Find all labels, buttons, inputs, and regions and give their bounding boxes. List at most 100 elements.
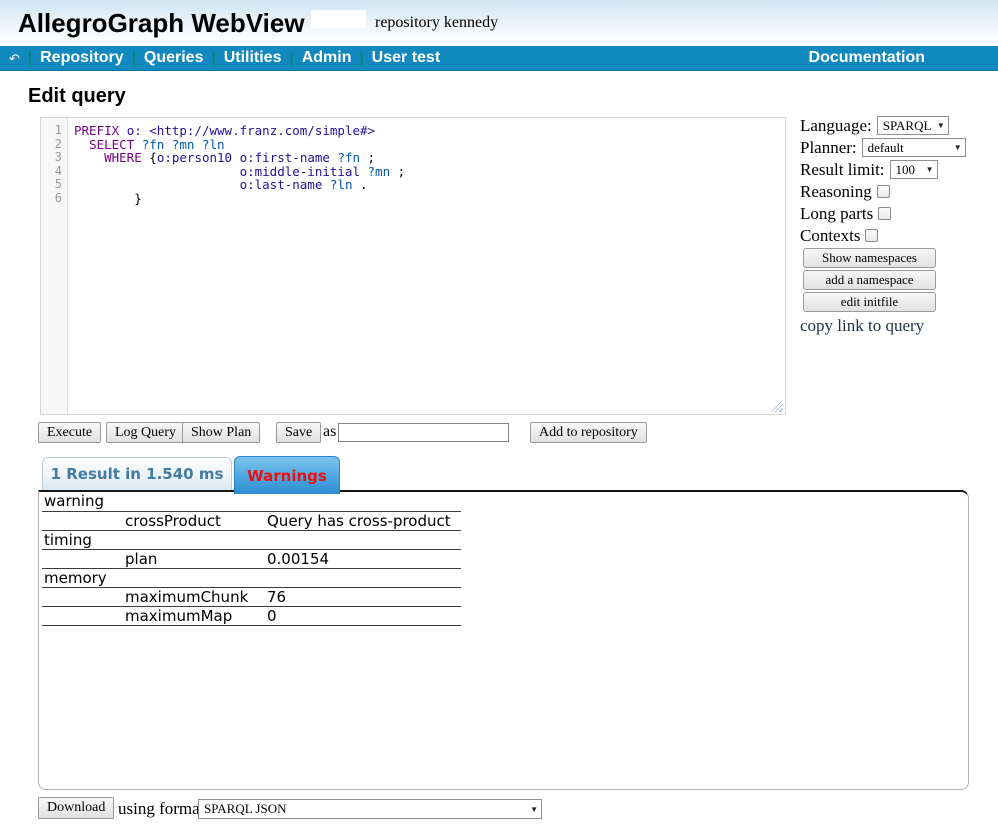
using-format-label: using format xyxy=(118,799,204,819)
add-to-repository-button[interactable]: Add to repository xyxy=(530,422,647,443)
row-indent xyxy=(42,606,123,625)
section-label: memory xyxy=(42,568,461,587)
planner-select[interactable]: default ▼ xyxy=(862,138,966,157)
nav-separator: | xyxy=(289,50,293,67)
reasoning-row: Reasoning xyxy=(800,181,976,202)
nav-item-user-test[interactable]: User test xyxy=(372,49,440,67)
contexts-label: Contexts xyxy=(800,226,860,246)
row-key: plan xyxy=(123,549,265,568)
table-row: crossProductQuery has cross-product xyxy=(42,511,461,530)
row-value: 0.00154 xyxy=(265,549,461,568)
contexts-checkbox[interactable] xyxy=(865,229,878,242)
chevron-down-icon: ▼ xyxy=(937,121,945,130)
editor-gutter: 123456 xyxy=(41,118,68,414)
save-name-input[interactable] xyxy=(338,423,509,442)
language-row: Language: SPARQL ▼ xyxy=(800,115,976,136)
row-value: 0 xyxy=(265,606,461,625)
planner-select-value: default xyxy=(868,140,904,156)
format-select[interactable]: SPARQL JSON ▼ xyxy=(198,799,542,819)
nav-item-admin[interactable]: Admin xyxy=(302,49,352,67)
line-number: 4 xyxy=(41,165,67,179)
chevron-down-icon: ▼ xyxy=(926,165,934,174)
section-label: warning xyxy=(42,492,461,511)
actions-row: Execute Log Query Show Plan Save as Add … xyxy=(38,422,968,444)
show-plan-button[interactable]: Show Plan xyxy=(182,422,260,443)
back-icon[interactable]: ↶ xyxy=(9,52,20,65)
row-key: maximumMap xyxy=(123,606,265,625)
row-value: Query has cross-product xyxy=(265,511,461,530)
line-number: 1 xyxy=(41,124,67,138)
nav-item-documentation[interactable]: Documentation xyxy=(809,49,925,67)
edit-initfile-button[interactable]: edit initfile xyxy=(803,292,936,312)
warnings-table: warningcrossProductQuery has cross-produ… xyxy=(42,492,461,626)
chevron-down-icon: ▼ xyxy=(530,805,538,814)
table-section-row: memory xyxy=(42,568,461,587)
row-value: 76 xyxy=(265,587,461,606)
execute-button[interactable]: Execute xyxy=(38,422,101,443)
show-namespaces-button[interactable]: Show namespaces xyxy=(803,248,936,268)
result-limit-select[interactable]: 100 ▼ xyxy=(890,160,938,179)
copy-link-to-query[interactable]: copy link to query xyxy=(800,316,976,336)
language-select[interactable]: SPARQL ▼ xyxy=(877,116,949,135)
page-title: Edit query xyxy=(28,85,126,108)
result-tabs: 1 Result in 1.540 msWarnings xyxy=(42,456,340,494)
code-line: PREFIX o: <http://www.franz.com/simple#> xyxy=(74,124,405,138)
table-section-row: timing xyxy=(42,530,461,549)
code-line: o:middle-initial ?mn ; xyxy=(74,165,405,179)
result-limit-row: Result limit: 100 ▼ xyxy=(800,159,976,180)
row-indent xyxy=(42,511,123,530)
planner-label: Planner: xyxy=(800,138,857,158)
code-line: SELECT ?fn ?mn ?ln xyxy=(74,138,405,152)
reasoning-checkbox[interactable] xyxy=(877,185,890,198)
log-query-button[interactable]: Log Query xyxy=(106,422,185,443)
line-number: 5 xyxy=(41,178,67,192)
nav-item-utilities[interactable]: Utilities xyxy=(224,49,282,67)
download-button[interactable]: Download xyxy=(38,797,114,819)
table-row: maximumChunk76 xyxy=(42,587,461,606)
code-line: WHERE {o:person10 o:first-name ?fn ; xyxy=(74,151,405,165)
download-row: Download using format SPARQL JSON ▼ xyxy=(38,797,968,821)
long-parts-row: Long parts xyxy=(800,203,976,224)
warnings-table-body: warningcrossProductQuery has cross-produ… xyxy=(42,492,461,625)
page: AllegroGraph WebView repository kennedy … xyxy=(0,0,998,838)
query-editor[interactable]: 123456 PREFIX o: <http://www.franz.com/s… xyxy=(40,117,786,415)
navbar: ↶ |Repository|Queries|Utilities|Admin|Us… xyxy=(0,46,998,71)
header-white-box xyxy=(311,10,366,28)
table-row: maximumMap0 xyxy=(42,606,461,625)
editor-code[interactable]: PREFIX o: <http://www.franz.com/simple#>… xyxy=(74,124,405,205)
chevron-down-icon: ▼ xyxy=(954,143,962,152)
line-number: 6 xyxy=(41,192,67,206)
code-line: } xyxy=(74,192,405,206)
query-options-panel: Language: SPARQL ▼ Planner: default ▼ Re… xyxy=(800,115,976,336)
long-parts-checkbox[interactable] xyxy=(878,207,891,220)
result-limit-select-value: 100 xyxy=(896,162,916,178)
section-label: timing xyxy=(42,530,461,549)
nav-separator: | xyxy=(359,50,363,67)
table-section-row: warning xyxy=(42,492,461,511)
tab-warnings[interactable]: Warnings xyxy=(234,456,340,494)
save-as-label: as xyxy=(323,423,336,441)
row-indent xyxy=(42,549,123,568)
reasoning-label: Reasoning xyxy=(800,182,872,202)
resize-grip-icon[interactable] xyxy=(771,400,783,412)
nav-item-repository[interactable]: Repository xyxy=(40,49,124,67)
nav-separator: | xyxy=(28,50,32,67)
contexts-row: Contexts xyxy=(800,225,976,246)
repository-label: repository kennedy xyxy=(375,14,498,32)
long-parts-label: Long parts xyxy=(800,204,873,224)
nav-item-queries[interactable]: Queries xyxy=(144,49,204,67)
language-select-value: SPARQL xyxy=(883,118,932,134)
code-line: o:last-name ?ln . xyxy=(74,178,405,192)
checkbox-rows: ReasoningLong partsContexts xyxy=(800,181,976,246)
results-panel: warningcrossProductQuery has cross-produ… xyxy=(38,490,969,790)
table-row: plan0.00154 xyxy=(42,549,461,568)
format-select-value: SPARQL JSON xyxy=(204,801,287,817)
row-key: crossProduct xyxy=(123,511,265,530)
header: AllegroGraph WebView repository kennedy xyxy=(0,0,998,46)
tab-1-result-in-1-540-ms[interactable]: 1 Result in 1.540 ms xyxy=(42,457,232,490)
add-a-namespace-button[interactable]: add a namespace xyxy=(803,270,936,290)
row-indent xyxy=(42,587,123,606)
line-number: 2 xyxy=(41,138,67,152)
save-button[interactable]: Save xyxy=(276,422,321,443)
namespace-buttons: Show namespacesadd a namespaceedit initf… xyxy=(800,248,976,312)
